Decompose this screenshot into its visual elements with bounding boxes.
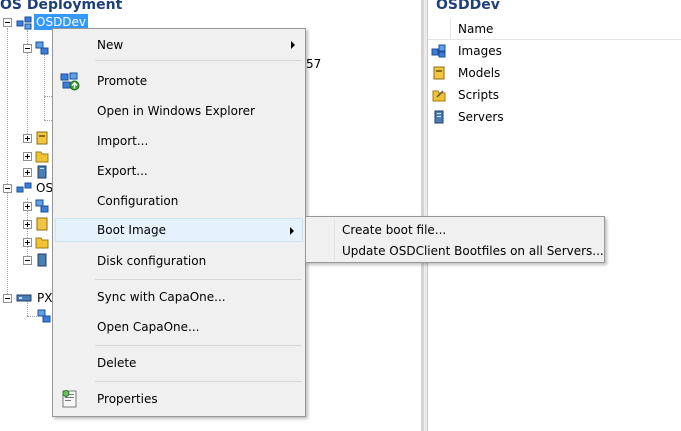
obscured-tree-text: 57 (306, 57, 322, 71)
menu-separator (95, 381, 302, 382)
servers-icon (434, 110, 444, 124)
menu-separator (95, 60, 302, 61)
menu-separator (95, 345, 302, 346)
context-menu: New Promote Open in Windows Explorer Imp… (52, 28, 306, 417)
expand-toggle-icon[interactable] (23, 134, 32, 143)
models-icon (433, 66, 445, 80)
tree-node-os[interactable]: OS (0, 180, 60, 196)
promote-icon (60, 72, 80, 91)
properties-icon (62, 390, 77, 408)
menu-item-open-in-windows-explorer[interactable]: Open in Windows Explorer (55, 99, 303, 123)
menu-item-label: Import... (97, 134, 149, 148)
menu-item-create-boot-file[interactable]: Create boot file... (308, 219, 602, 239)
menu-item-label: Properties (97, 392, 158, 406)
submenu-arrow-icon (291, 41, 295, 49)
menu-item-label: Create boot file... (342, 223, 447, 237)
tree-guide (44, 96, 52, 97)
collapse-toggle-icon[interactable] (23, 256, 32, 265)
expand-toggle-icon[interactable] (23, 202, 32, 211)
menu-item-label: Delete (97, 356, 137, 370)
collapse-toggle-icon[interactable] (23, 44, 32, 53)
tree-node-label: PX (37, 291, 53, 305)
list-item-label: Models (458, 66, 501, 80)
list-item-models[interactable]: Models (428, 62, 681, 84)
scripts-icon (35, 237, 49, 249)
menu-item-delete[interactable]: Delete (55, 351, 303, 375)
list-item-scripts[interactable]: Scripts (428, 84, 681, 106)
server-group-icon (37, 309, 51, 323)
submenu-arrow-icon (290, 227, 294, 235)
list-item-label: Scripts (458, 88, 500, 102)
menu-item-promote[interactable]: Promote (55, 69, 303, 93)
models-icon (36, 217, 48, 231)
images-icon (431, 44, 446, 58)
list-item-label: Images (458, 44, 502, 58)
list-item-label: Servers (458, 110, 504, 124)
menu-item-label: Disk configuration (97, 254, 207, 268)
tree-node-px[interactable]: PX (0, 290, 60, 306)
menu-item-label: Boot Image (97, 223, 167, 237)
column-header-name[interactable]: Name (428, 18, 681, 40)
tree-guide (44, 54, 45, 120)
pxe-icon (16, 294, 32, 302)
menu-item-configuration[interactable]: Configuration (55, 189, 303, 213)
tree-pane-title: OS Deployment (0, 0, 123, 13)
menu-item-sync-with-capaone[interactable]: Sync with CapaOne... (55, 285, 303, 309)
column-header-label: Name (458, 22, 494, 36)
scripts-icon (432, 90, 446, 102)
collapse-toggle-icon[interactable] (3, 18, 12, 27)
expand-toggle-icon[interactable] (23, 238, 32, 247)
menu-item-label: Sync with CapaOne... (97, 290, 226, 304)
expand-toggle-icon[interactable] (23, 152, 32, 161)
models-icon (36, 131, 48, 145)
list-item-images[interactable]: Images (428, 40, 681, 62)
menu-item-properties[interactable]: Properties (55, 387, 303, 411)
tree-guide (44, 120, 52, 121)
servers-icon (37, 165, 47, 179)
menu-item-label: Configuration (97, 194, 179, 208)
menu-item-new[interactable]: New (55, 33, 303, 57)
server-group-icon (35, 199, 49, 213)
menu-item-import[interactable]: Import... (55, 129, 303, 153)
deployment-point-icon (16, 16, 32, 30)
menu-item-disk-configuration[interactable]: Disk configuration (55, 249, 303, 273)
menu-item-label: New (97, 38, 124, 52)
menu-item-label: Promote (97, 74, 148, 88)
expand-toggle-icon[interactable] (23, 168, 32, 177)
menu-item-label: Export... (97, 164, 148, 178)
menu-item-export[interactable]: Export... (55, 159, 303, 183)
servers-icon (37, 253, 47, 267)
collapse-toggle-icon[interactable] (3, 294, 12, 303)
boot-image-submenu: Create boot file... Update OSDClient Boo… (305, 216, 605, 263)
expand-toggle-icon[interactable] (23, 220, 32, 229)
deployment-point-icon (16, 182, 32, 193)
menu-item-label: Open in Windows Explorer (97, 104, 255, 118)
menu-separator (95, 279, 302, 280)
menu-item-update-osdclient-bootfiles[interactable]: Update OSDClient Bootfiles on all Server… (308, 240, 604, 260)
menu-item-boot-image[interactable]: Boot Image (55, 218, 303, 242)
collapse-toggle-icon[interactable] (3, 184, 12, 193)
server-group-icon (35, 41, 49, 55)
menu-item-open-capaone[interactable]: Open CapaOne... (55, 315, 303, 339)
list-item-servers[interactable]: Servers (428, 106, 681, 128)
details-pane-title: OSDDev (436, 0, 500, 13)
menu-item-label: Update OSDClient Bootfiles on all Server… (342, 244, 604, 258)
menu-item-label: Open CapaOne... (97, 320, 200, 334)
column-divider[interactable] (450, 18, 451, 40)
tree-node-label: OS (36, 181, 54, 195)
tree-guide (7, 28, 8, 298)
scripts-icon (35, 151, 49, 163)
